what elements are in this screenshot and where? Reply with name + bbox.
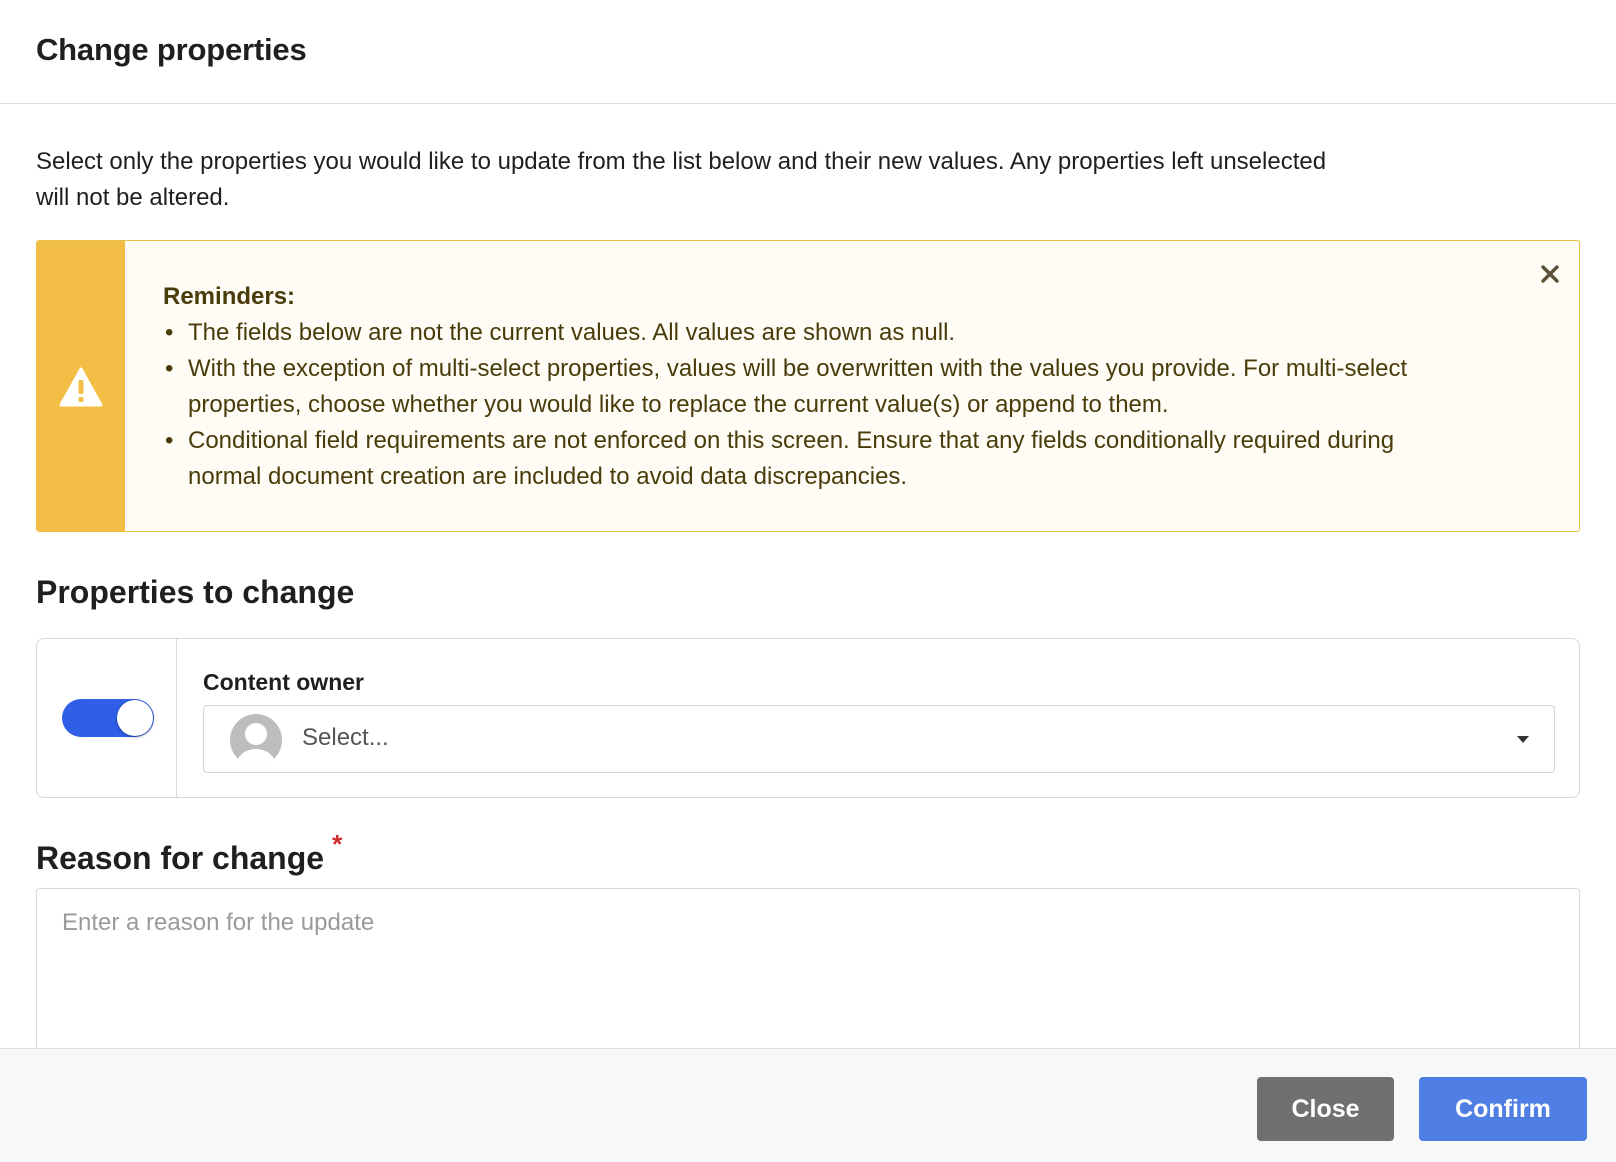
dialog-header: Change properties (0, 0, 1616, 104)
reason-section-title: Reason for change * (36, 829, 342, 877)
reason-title-text: Reason for change (36, 840, 325, 876)
reminders-title: Reminders: (163, 283, 296, 310)
required-marker: * (332, 829, 343, 859)
reminders-content: Reminders: The fields below are not the … (163, 279, 1463, 495)
dialog-body: Select only the properties you would lik… (0, 104, 1616, 1048)
reminder-item: The fields below are not the current val… (163, 315, 1463, 351)
reason-textarea[interactable] (37, 889, 1579, 1048)
dialog-title: Change properties (36, 32, 307, 67)
properties-section-title: Properties to change (36, 574, 355, 610)
property-row-content-owner: Content owner Select... (36, 638, 1580, 798)
toggle-cell (37, 639, 177, 797)
dialog-footer: Close Confirm (0, 1048, 1616, 1162)
chevron-down-icon (1517, 736, 1529, 743)
reminders-alert: Reminders: The fields below are not the … (36, 240, 1580, 532)
toggle-knob (117, 700, 153, 736)
content-owner-toggle[interactable] (62, 699, 154, 737)
content-owner-select[interactable]: Select... (203, 705, 1555, 773)
close-icon[interactable] (1537, 261, 1563, 287)
reminder-item: Conditional field requirements are not e… (163, 423, 1463, 495)
intro-text: Select only the properties you would lik… (36, 148, 1327, 211)
alert-strip (37, 241, 125, 531)
content-owner-label: Content owner (203, 669, 364, 695)
user-avatar-icon (230, 714, 282, 766)
reminder-item: With the exception of multi-select prope… (163, 351, 1463, 423)
close-button[interactable]: Close (1257, 1077, 1394, 1141)
warning-icon (59, 367, 103, 407)
reason-field (36, 888, 1580, 1048)
reminders-list: The fields below are not the current val… (163, 315, 1463, 495)
select-placeholder: Select... (302, 724, 389, 751)
confirm-button[interactable]: Confirm (1419, 1077, 1587, 1141)
